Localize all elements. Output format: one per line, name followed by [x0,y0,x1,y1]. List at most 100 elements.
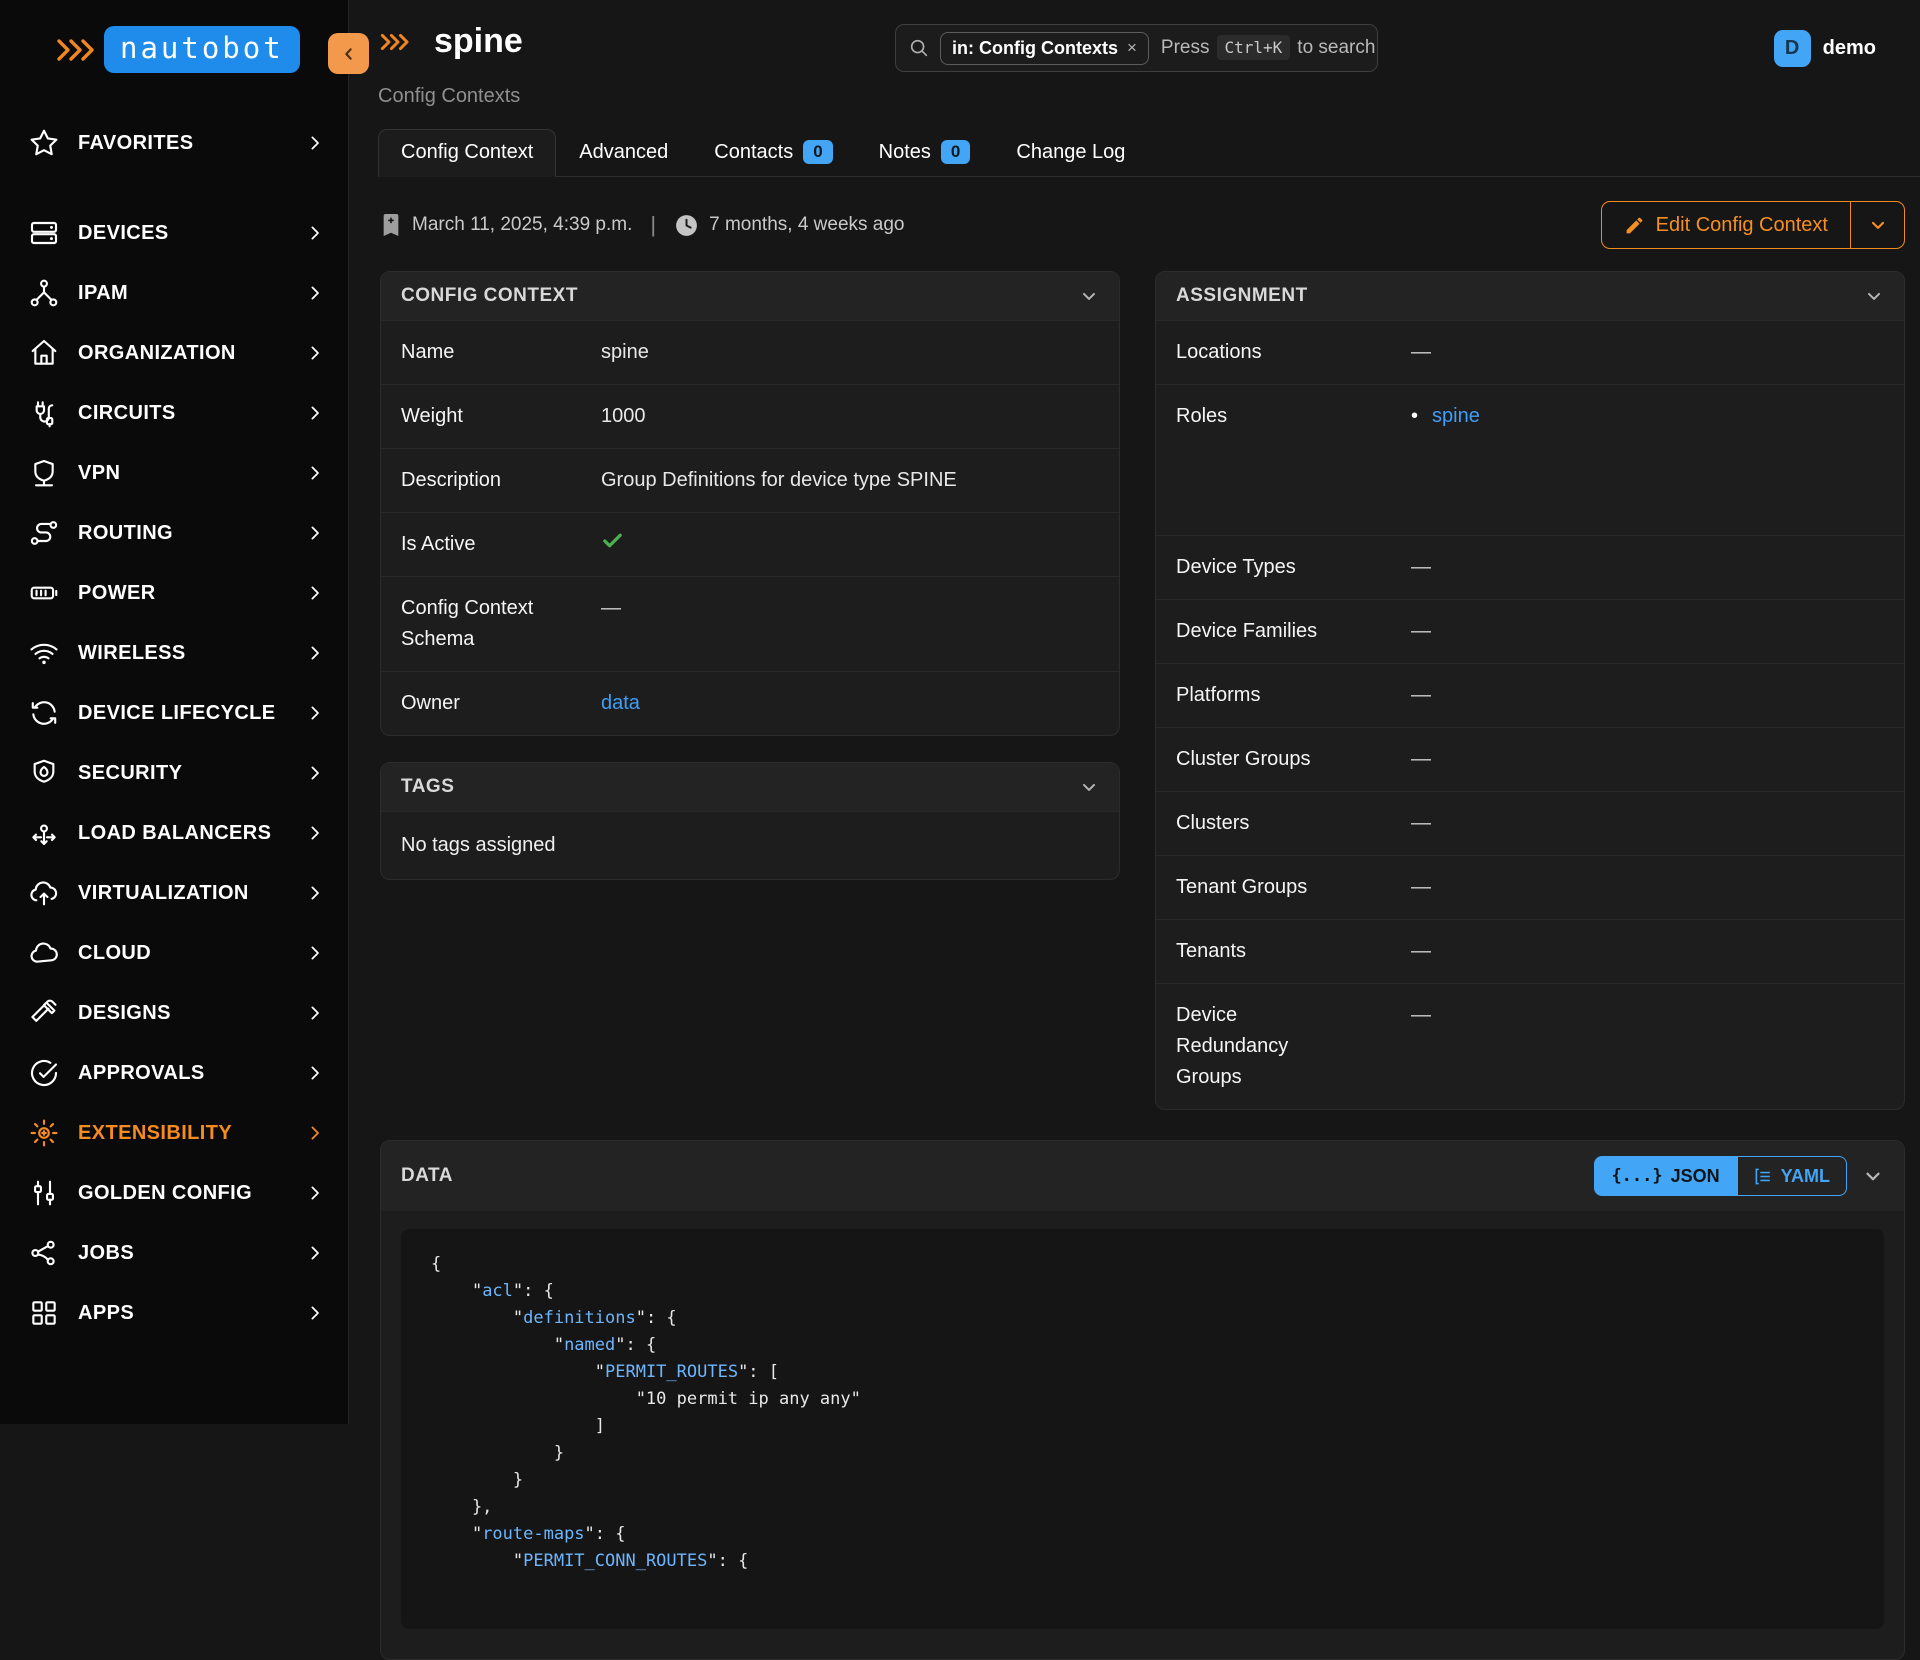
row-value-empty: — [1411,620,1431,642]
sidebar-item-organization[interactable]: ORGANIZATION [0,323,348,383]
row-label: Device Types [1176,552,1411,583]
tags-panel: TAGS No tags assigned [380,762,1120,880]
sidebar-item-label: DEVICE LIFECYCLE [78,702,306,725]
search-filter-label: in: Config Contexts [952,38,1118,59]
yaml-format-button[interactable]: YAML [1737,1156,1847,1196]
bullet-item: spine [1411,401,1480,431]
row-label: Description [401,465,601,496]
routing-icon [27,516,61,550]
tab-label: Notes [879,141,931,164]
code-line: "definitions": { [431,1305,1854,1332]
sidebar-item-designs[interactable]: DESIGNS [0,983,348,1043]
search-input[interactable]: in: Config Contexts × PressCtrl+Kto sear… [895,24,1378,72]
collapse-panel-chevron-icon[interactable] [1079,286,1099,306]
row-value-empty: — [1411,556,1431,578]
row-tenant-groups: Tenant Groups — [1156,855,1904,919]
sidebar-item-jobs[interactable]: JOBS [0,1223,348,1283]
no-tags-text: No tags assigned [381,811,1119,879]
load-balancer-icon [27,816,61,850]
sidebar-item-approvals[interactable]: APPROVALS [0,1043,348,1103]
collapse-panel-chevron-icon[interactable] [1862,1165,1884,1187]
code-line: "10 permit ip any any" [431,1386,1854,1413]
code-line: "PERMIT_ROUTES": [ [431,1359,1854,1386]
sidebar-item-ipam[interactable]: IPAM [0,263,348,323]
sidebar-item-circuits[interactable]: CIRCUITS [0,383,348,443]
breadcrumb-chevrons-icon [378,28,418,56]
ipam-icon [27,276,61,310]
row-value-link[interactable]: spine [1432,405,1480,427]
sidebar-item-label: CIRCUITS [78,402,306,425]
row-value-empty: — [601,597,621,619]
sidebar-item-apps[interactable]: APPS [0,1283,348,1343]
sidebar-item-label: VPN [78,462,306,485]
main-area: spine Config Contexts in: Config Context… [349,0,1920,1424]
sidebar-collapse-button[interactable] [328,33,369,74]
row-label: Owner [401,688,601,719]
yaml-list-icon [1754,1167,1773,1186]
sidebar-item-vpn[interactable]: VPN [0,443,348,503]
tab-label: Advanced [579,141,668,164]
row-value: Group Definitions for device type SPINE [601,469,957,491]
row-label: Clusters [1176,808,1411,839]
created-timestamp: March 11, 2025, 4:39 p.m. [412,214,632,236]
sidebar-item-extensibility[interactable]: EXTENSIBILITY [0,1103,348,1163]
sidebar-item-label: FAVORITES [78,132,306,155]
row-label: Tenant Groups [1176,872,1411,903]
row-name: Name spine [381,320,1119,384]
sidebar-item-label: LOAD BALANCERS [78,822,306,845]
sidebar-item-label: DEVICES [78,222,306,245]
logo-wordmark: nautobot [104,26,300,73]
sidebar-item-load-balancers[interactable]: LOAD BALANCERS [0,803,348,863]
sidebar-item-wireless[interactable]: WIRELESS [0,623,348,683]
topbar: spine Config Contexts in: Config Context… [349,0,1920,175]
page-title: spine [434,22,523,61]
sidebar-item-favorites[interactable]: FAVORITES [0,113,348,173]
sidebar-item-devices[interactable]: DEVICES [0,203,348,263]
row-label: Tenants [1176,936,1411,967]
edit-config-context-button[interactable]: Edit Config Context [1602,202,1850,248]
sidebar-item-label: EXTENSIBILITY [78,1122,306,1145]
power-icon [27,576,61,610]
sidebar-item-golden-config[interactable]: GOLDEN CONFIG [0,1163,348,1223]
extensibility-icon [27,1116,61,1150]
tab-contacts[interactable]: Contacts 0 [691,128,855,177]
jobs-icon [27,1236,61,1270]
tab-advanced[interactable]: Advanced [556,129,691,177]
sidebar-item-virtualization[interactable]: VIRTUALIZATION [0,863,348,923]
breadcrumb[interactable]: Config Contexts [378,85,520,108]
avatar: D [1774,30,1811,67]
star-icon [27,126,61,160]
sidebar-item-security[interactable]: SECURITY [0,743,348,803]
apps-icon [27,1296,61,1330]
clock-icon [674,213,699,238]
data-panel-title: DATA [401,1165,453,1187]
row-value: spine [601,341,649,363]
row-roles: Roles spine [1156,384,1904,535]
tab-config-context[interactable]: Config Context [378,129,556,177]
sidebar-item-label: ORGANIZATION [78,342,306,365]
search-placeholder: PressCtrl+Kto search [1161,37,1376,59]
collapse-panel-chevron-icon[interactable] [1864,286,1884,306]
tab-change-log[interactable]: Change Log [993,129,1148,177]
pencil-icon [1624,215,1645,236]
code-line: ] [431,1413,1854,1440]
json-format-button[interactable]: {...} JSON [1594,1156,1736,1196]
collapse-panel-chevron-icon[interactable] [1079,777,1099,797]
sidebar-item-device-lifecycle[interactable]: DEVICE LIFECYCLE [0,683,348,743]
user-menu[interactable]: D demo [1774,30,1876,67]
tab-label: Contacts [714,141,793,164]
tab-notes[interactable]: Notes0 [856,128,994,177]
row-clusters: Clusters — [1156,791,1904,855]
sidebar-item-power[interactable]: POWER [0,563,348,623]
tab-count-badge: 0 [803,140,832,164]
edit-dropdown-caret[interactable] [1850,202,1904,248]
row-label: Device Families [1176,616,1411,647]
logo-chevrons-icon [56,33,100,67]
config-context-panel-title: CONFIG CONTEXT [401,285,578,307]
sidebar-item-cloud[interactable]: CLOUD [0,923,348,983]
sidebar-item-routing[interactable]: ROUTING [0,503,348,563]
approvals-icon [27,1056,61,1090]
chip-close-icon[interactable]: × [1127,38,1137,58]
nautobot-logo[interactable]: nautobot [0,0,348,73]
row-value-link[interactable]: data [601,692,640,714]
